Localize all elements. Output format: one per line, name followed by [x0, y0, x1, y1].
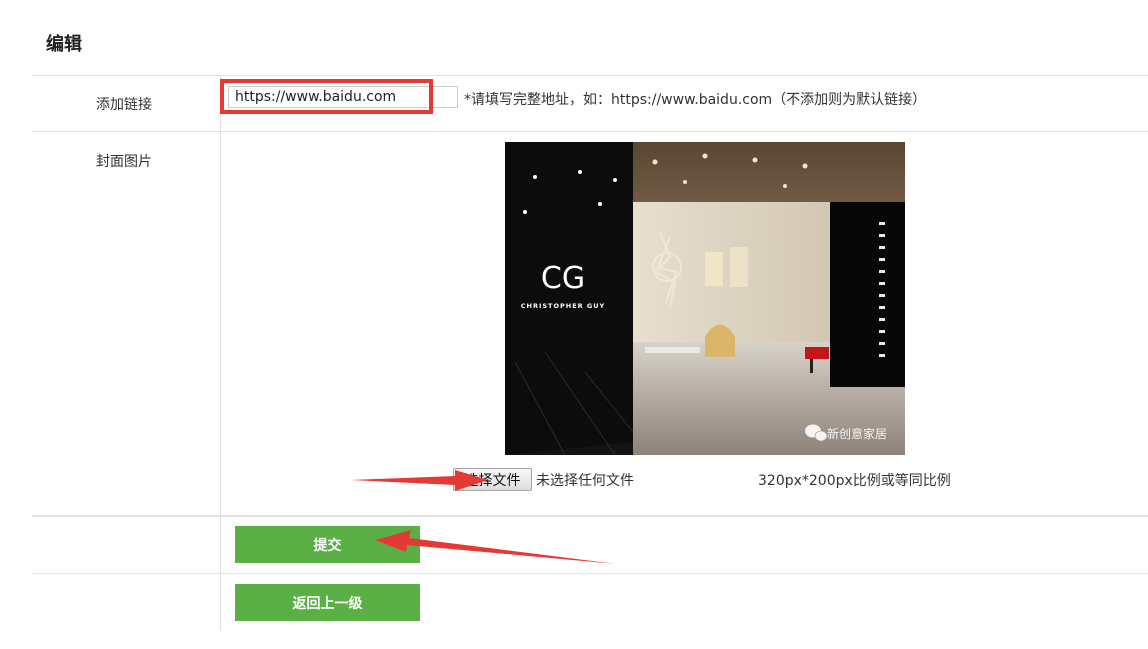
row-divider	[32, 131, 1148, 132]
choose-file-button[interactable]: 选择文件	[453, 468, 532, 491]
brand-name-text: CHRISTOPHER GUY	[521, 302, 606, 310]
brand-mark-text: CG	[541, 261, 585, 296]
row-divider	[32, 515, 1148, 517]
link-label: 添加链接	[96, 97, 152, 113]
row-divider	[32, 573, 1148, 574]
watermark-text: 新创意家居	[827, 426, 887, 441]
back-button[interactable]: 返回上一级	[235, 584, 420, 621]
link-input[interactable]	[228, 86, 458, 108]
size-note: 320px*200px比例或等同比例	[758, 473, 951, 489]
cover-image: CG CHRISTOPHER GUY 新创意家居	[505, 142, 905, 455]
submit-button[interactable]: 提交	[235, 526, 420, 563]
cover-label: 封面图片	[96, 154, 152, 170]
row-divider	[32, 75, 1148, 76]
column-divider	[220, 75, 221, 630]
link-hint: *请填写完整地址，如：https://www.baidu.com（不添加则为默认…	[464, 92, 927, 108]
page-title: 编辑	[46, 34, 82, 55]
file-status: 未选择任何文件	[536, 473, 634, 489]
